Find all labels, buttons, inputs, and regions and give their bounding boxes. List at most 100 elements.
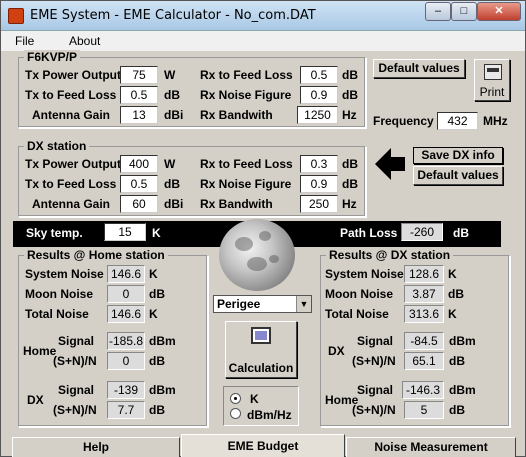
home-station-callsign: F6KVP/P <box>24 50 81 64</box>
home-total-noise-label: Total Noise <box>25 307 89 321</box>
printer-icon <box>484 64 502 80</box>
home-dx-signal-value: -139 <box>107 381 145 399</box>
home-total-noise-value: 146.6 <box>107 305 145 323</box>
home-tx-feed-input[interactable]: 0.5 <box>120 86 158 104</box>
home-tx-power-label: Tx Power Output <box>25 68 121 82</box>
home-rx-feed-label: Rx to Feed Loss <box>200 68 293 82</box>
dx-dx-signal-unit: dBm <box>449 334 476 348</box>
default-values-button[interactable]: Default values <box>373 59 465 78</box>
print-label: Print <box>479 85 505 99</box>
path-loss-value: -260 <box>401 223 443 241</box>
dx-ant-gain-input[interactable]: 60 <box>120 195 158 213</box>
chevron-down-icon[interactable]: ▼ <box>296 296 311 312</box>
tab-eme-budget[interactable]: EME Budget <box>181 434 345 457</box>
home-rx-bw-unit: Hz <box>342 108 357 122</box>
home-dx-signal-unit: dBm <box>149 383 176 397</box>
home-dx-sn-value: 7.7 <box>107 401 145 419</box>
home-moon-noise-unit: dB <box>149 287 165 301</box>
home-total-noise-unit: K <box>149 307 158 321</box>
minimize-button[interactable]: – <box>425 2 451 21</box>
dx-system-noise-value: 128.6 <box>404 265 444 283</box>
results-dx-legend: Results @ DX station <box>326 248 454 262</box>
dx-dx-sn-value: 65.1 <box>404 352 444 370</box>
dx-dx-sn-unit: dB <box>449 354 465 368</box>
home-rx-bw-label: Rx Bandwith <box>200 108 273 122</box>
home-home-signal-value: -185.8 <box>107 332 145 350</box>
dx-moon-noise-unit: dB <box>448 287 464 301</box>
moon-image <box>219 219 295 291</box>
frequency-label: Frequency <box>373 114 434 128</box>
home-tx-power-input[interactable]: 75 <box>120 66 158 84</box>
home-tx-feed-label: Tx to Feed Loss <box>25 88 117 102</box>
dx-rx-bw-input[interactable]: 250 <box>300 195 338 213</box>
dx-ant-gain-unit: dBi <box>164 197 184 211</box>
dx-moon-noise-value: 3.87 <box>404 285 444 303</box>
dx-home-sn-unit: dB <box>449 403 465 417</box>
dx-moon-noise-label: Moon Noise <box>325 287 393 301</box>
home-rx-nf-unit: dB <box>342 88 358 102</box>
sky-temp-input[interactable]: 15 <box>104 223 146 241</box>
home-home-label: Home <box>23 344 57 358</box>
tab-noise-measurement[interactable]: Noise Measurement <box>346 437 516 457</box>
results-home-legend: Results @ Home station <box>24 248 168 262</box>
dx-system-noise-unit: K <box>448 267 457 281</box>
dx-home-sn-value: 5 <box>404 401 444 419</box>
dx-rx-feed-input[interactable]: 0.3 <box>300 155 338 173</box>
dx-home-signal-unit: dBm <box>449 383 476 397</box>
dx-default-values-button[interactable]: Default values <box>413 166 503 185</box>
menu-about[interactable]: About <box>69 34 100 48</box>
dx-home-signal-label: Signal <box>357 383 394 397</box>
arrow-left-icon[interactable] <box>373 146 407 182</box>
dx-tx-power-input[interactable]: 400 <box>120 155 158 173</box>
dx-rx-bw-label: Rx Bandwith <box>200 197 273 211</box>
dx-station-legend: DX station <box>24 139 90 153</box>
home-system-noise-label: System Noise <box>25 267 104 281</box>
dx-ant-gain-label: Antenna Gain <box>32 197 111 211</box>
dx-total-noise-unit: K <box>448 307 457 321</box>
close-button[interactable]: ✕ <box>477 2 521 21</box>
dx-dx-sn-label: (S+N)/N <box>352 354 396 368</box>
tab-help[interactable]: Help <box>12 437 180 457</box>
home-home-signal-label: Signal <box>58 334 95 348</box>
print-button[interactable]: Print <box>474 59 510 101</box>
dx-rx-bw-unit: Hz <box>342 197 357 211</box>
home-tx-feed-unit: dB <box>164 88 180 102</box>
path-loss-label: Path Loss <box>340 226 398 240</box>
units-dbm-radio[interactable] <box>230 408 241 419</box>
frequency-unit: MHz <box>483 114 508 128</box>
home-home-signal-unit: dBm <box>149 334 176 348</box>
home-system-noise-unit: K <box>149 267 158 281</box>
window-title: EME System - EME Calculator - No_com.DAT <box>30 8 316 23</box>
home-rx-bw-input[interactable]: 1250 <box>297 106 338 124</box>
maximize-button[interactable]: □ <box>451 2 477 21</box>
title-bar: EME System - EME Calculator - No_com.DAT… <box>1 1 525 31</box>
dx-system-noise-label: System Noise <box>325 267 404 281</box>
computer-icon <box>251 327 271 344</box>
moon-position-select[interactable]: Perigee ▼ <box>213 295 312 313</box>
dx-rx-feed-label: Rx to Feed Loss <box>200 157 293 171</box>
home-rx-nf-input[interactable]: 0.9 <box>300 86 338 104</box>
home-ant-gain-input[interactable]: 13 <box>120 106 158 124</box>
dx-total-noise-label: Total Noise <box>325 307 389 321</box>
dx-rx-nf-unit: dB <box>342 177 358 191</box>
units-k-label: K <box>250 392 259 406</box>
home-rx-feed-input[interactable]: 0.5 <box>300 66 338 84</box>
dx-home-signal-value: -146.3 <box>402 381 444 399</box>
dx-tx-feed-label: Tx to Feed Loss <box>25 177 117 191</box>
save-dx-info-button[interactable]: Save DX info <box>413 147 503 164</box>
dx-rx-feed-unit: dB <box>342 157 358 171</box>
home-ant-gain-unit: dBi <box>164 108 184 122</box>
frequency-input[interactable]: 432 <box>437 112 478 130</box>
dx-tx-feed-input[interactable]: 0.5 <box>120 175 158 193</box>
home-dx-signal-label: Signal <box>58 383 95 397</box>
menu-file[interactable]: File <box>15 34 34 48</box>
home-rx-feed-unit: dB <box>342 68 358 82</box>
home-dx-sn-label: (S+N)/N <box>53 403 97 417</box>
units-k-radio[interactable] <box>230 393 241 404</box>
home-dx-sn-unit: dB <box>149 403 165 417</box>
calculation-button[interactable]: Calculation <box>225 321 297 378</box>
moon-position-value: Perigee <box>217 297 261 311</box>
dx-rx-nf-input[interactable]: 0.9 <box>300 175 338 193</box>
dx-dx-label: DX <box>328 344 345 358</box>
home-system-noise-value: 146.6 <box>107 265 145 283</box>
